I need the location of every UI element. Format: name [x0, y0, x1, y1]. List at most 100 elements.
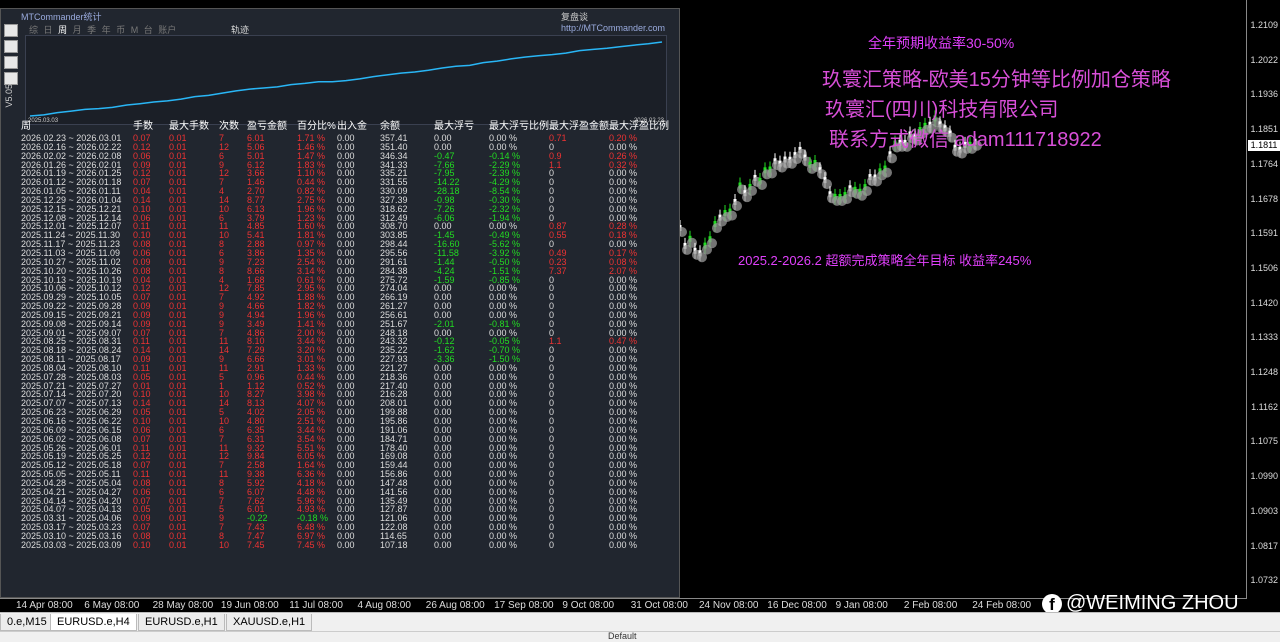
table-cell: 0.00: [337, 355, 355, 364]
table-cell: 0.55: [549, 231, 567, 241]
table-cell: 0: [549, 284, 555, 294]
panel-tool-icons[interactable]: [3, 23, 19, 88]
price-axis[interactable]: 1.2109 1.2022 1.1936 1.1851 1.1764 1.1678 1.15…: [1246, 0, 1280, 598]
trade-marker: [732, 200, 742, 211]
panel-link[interactable]: 复盘谈http://MTCommander.com: [561, 10, 679, 33]
table-cell: 0.00: [337, 390, 355, 400]
period-option[interactable]: 月: [73, 25, 82, 35]
table-cell: 1.71 %: [297, 134, 326, 143]
table-cell: 1.46: [247, 178, 265, 188]
table-row: 2025.06.23 ~ 2025.06.29 0.05 0.01 5 4.02 2.05…: [21, 408, 669, 417]
table-cell: 0.00 %: [489, 381, 518, 391]
tool-icon-2[interactable]: [4, 40, 18, 53]
table-cell: 0.01: [169, 302, 187, 311]
table-cell: 0.28 %: [609, 222, 638, 232]
period-option[interactable]: M: [131, 25, 139, 35]
table-cell: 2025.09.08 ~ 2025.09.14: [21, 319, 122, 329]
table-cell: 0.01: [169, 169, 187, 179]
table-cell: 0: [549, 443, 555, 453]
tool-icon-3[interactable]: [4, 56, 18, 69]
table-cell: 0: [549, 514, 555, 524]
status-profile: Default: [608, 631, 637, 641]
table-row: 2025.04.21 ~ 2025.04.27 0.06 0.01 6 6.07 4.48…: [21, 488, 669, 497]
table-cell: 0: [549, 425, 555, 435]
column-header: 最大手数: [169, 121, 209, 132]
table-cell: 0: [549, 319, 555, 329]
table-cell: 2026.02.23 ~ 2026.03.01: [21, 134, 122, 143]
chart-tab[interactable]: 0.e,M15: [0, 614, 54, 631]
table-cell: 0.00 %: [609, 346, 638, 356]
link-url[interactable]: http://MTCommander.com: [561, 23, 665, 33]
table-cell: 0.00 %: [609, 142, 638, 152]
table-cell: 0.01: [169, 443, 187, 453]
price-chart[interactable]: 全年预期收益率30-50% 玖寰汇策略-欧美15分钟等比例加仓策略 玖寰汇(四川…: [0, 0, 1280, 598]
table-cell: 1.41 %: [297, 319, 326, 329]
table-cell: 0: [549, 372, 555, 382]
table-cell: 7: [219, 461, 225, 471]
table-cell: 0.09: [133, 302, 151, 311]
table-cell: 3.66: [247, 169, 265, 179]
table-cell: 0.00 %: [609, 487, 638, 497]
table-cell: 0.00 %: [609, 284, 638, 294]
table-cell: 0.12: [133, 142, 151, 152]
table-cell: -0.85 %: [489, 275, 521, 285]
table-cell: -7.66: [434, 160, 455, 170]
period-option[interactable]: 台: [144, 25, 153, 35]
table-cell: 6.66: [247, 355, 265, 364]
chart-tab[interactable]: EURUSD.e,H4: [50, 614, 137, 631]
table-cell: 0: [549, 487, 555, 497]
period-option[interactable]: 季: [87, 25, 96, 35]
table-cell: 2025.11.24 ~ 2025.11.30: [21, 231, 121, 241]
period-option[interactable]: 账户: [158, 25, 176, 35]
table-cell: 0.09: [133, 319, 151, 329]
time-tick: 17 Sep 08:00: [494, 600, 554, 611]
table-cell: 6.35: [247, 425, 265, 435]
table-cell: 0.07: [133, 134, 151, 143]
period-option[interactable]: 周: [58, 25, 67, 35]
table-row: 2025.11.24 ~ 2025.11.30 0.10 0.01 10 5.41 1.8…: [21, 231, 669, 240]
table-row: 2025.08.18 ~ 2025.08.24 0.14 0.01 14 7.29 3.2…: [21, 346, 669, 355]
table-cell: 0.08: [133, 478, 151, 488]
table-row: 2026.01.26 ~ 2026.02.01 0.09 0.01 9 6.12 1.83…: [21, 161, 669, 170]
table-cell: 0.00 %: [609, 178, 638, 188]
tool-icon-1[interactable]: [4, 24, 18, 37]
table-cell: 0.11: [133, 470, 150, 479]
table-cell: 0.00 %: [489, 302, 518, 311]
table-cell: 0.00: [337, 514, 355, 524]
period-option[interactable]: 币: [116, 25, 125, 35]
table-cell: 6.07: [247, 487, 265, 497]
chart-tab[interactable]: XAUUSD.e,H1: [226, 614, 313, 631]
table-cell: 0.00: [337, 346, 355, 356]
table-cell: 2025.07.28 ~ 2025.08.03: [21, 372, 122, 382]
table-cell: 0.00: [434, 505, 452, 515]
table-cell: 0.97 %: [297, 240, 326, 249]
table-cell: -11.58: [434, 248, 459, 258]
period-option[interactable]: 日: [44, 25, 53, 35]
table-cell: 0.00: [337, 408, 355, 417]
table-cell: 0.00: [337, 248, 355, 258]
table-cell: 0.12: [133, 452, 151, 462]
table-cell: 0: [549, 461, 555, 471]
table-cell: 0.01: [169, 346, 187, 356]
table-cell: 0.00 %: [489, 328, 518, 338]
table-cell: 0.07: [133, 496, 151, 506]
table-cell: 3.44 %: [297, 337, 326, 347]
table-row: 2025.10.13 ~ 2025.10.19 0.04 0.01 4 1.68 0.61…: [21, 276, 669, 285]
mtcommander-stats-panel[interactable]: MTCommander统计 复盘谈http://MTCommander.com …: [0, 8, 680, 598]
table-cell: -14.22: [434, 178, 460, 188]
chart-tab[interactable]: EURUSD.e,H1: [138, 614, 225, 631]
period-option[interactable]: 年: [102, 25, 111, 35]
table-cell: 4.80: [247, 417, 265, 426]
table-cell: 0.10: [133, 540, 151, 550]
table-cell: 2025.06.23 ~ 2025.06.29: [21, 408, 122, 417]
table-cell: 0.9: [549, 151, 562, 161]
chart-tabs[interactable]: 0.e,M15 EURUSD.e,H4 EURUSD.e,H1 XAUUSD.e,H1: [0, 612, 1280, 632]
table-cell: 357.41: [380, 134, 408, 143]
table-row: 2026.02.23 ~ 2026.03.01 0.07 0.01 7 6.01 1.71…: [21, 134, 669, 143]
table-cell: 8.77: [247, 195, 265, 205]
table-cell: 0.00 %: [489, 487, 518, 497]
period-option[interactable]: 综: [29, 25, 38, 35]
table-cell: 0.00 %: [609, 496, 638, 506]
table-cell: 235.22: [380, 346, 408, 356]
table-cell: 8.27: [247, 390, 265, 400]
